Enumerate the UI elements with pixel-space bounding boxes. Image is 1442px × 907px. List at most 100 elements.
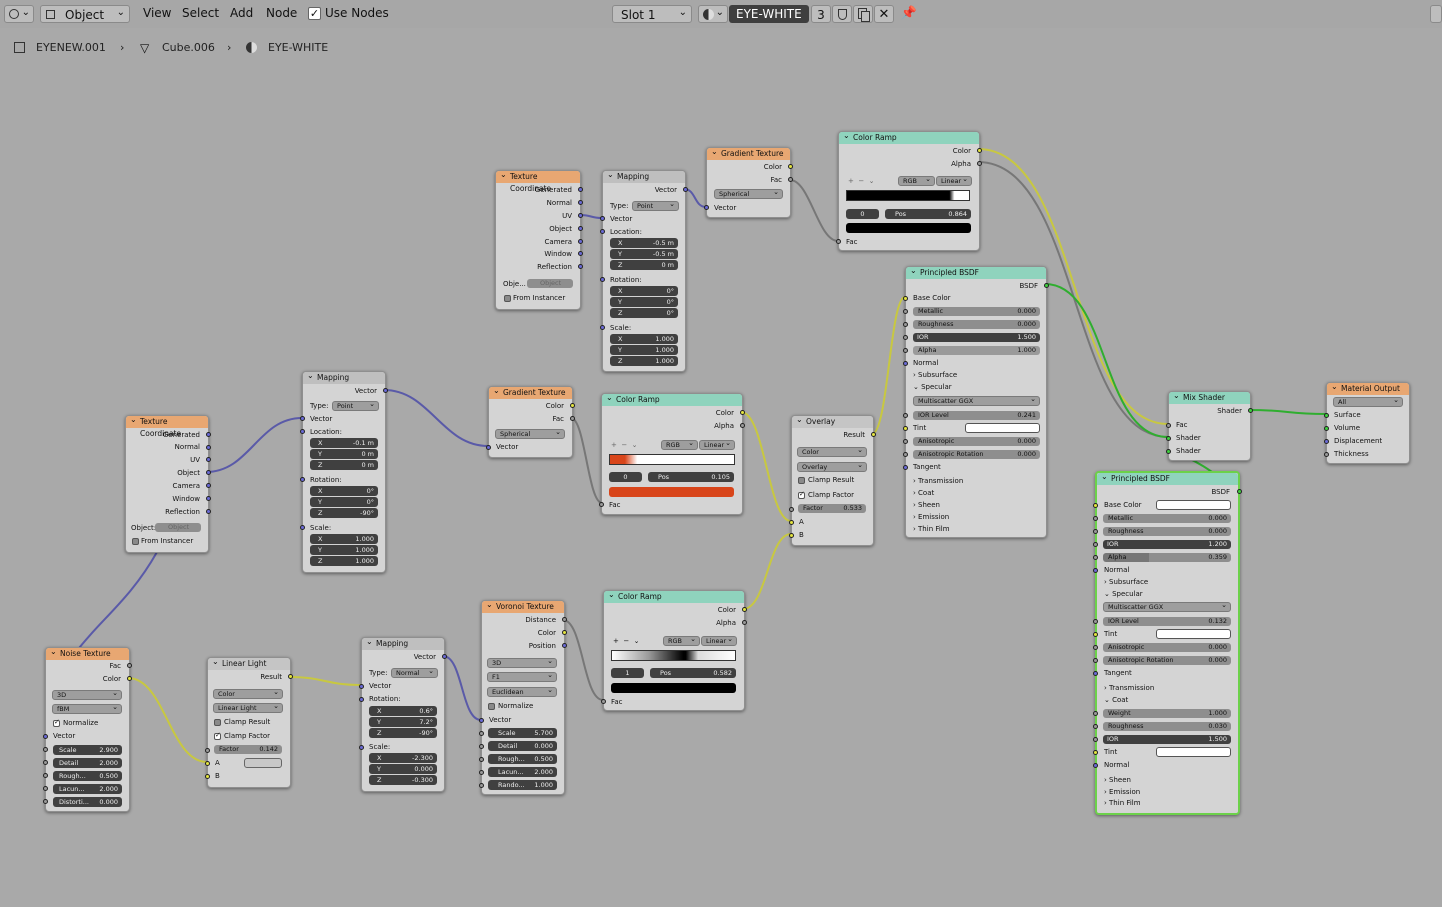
input-socket[interactable]	[599, 502, 604, 507]
color-ramp-bar[interactable]	[611, 650, 736, 661]
node-texture-coordinate-1[interactable]: Texture Coordinate Generated Normal UV O…	[495, 169, 583, 310]
input-socket[interactable]	[1093, 750, 1098, 755]
panel-coat[interactable]: › Coat	[913, 489, 934, 497]
location-z[interactable]: Z 0 m	[610, 260, 678, 270]
input-socket[interactable]	[903, 348, 908, 353]
input-socket[interactable]	[903, 439, 908, 444]
input-socket[interactable]	[300, 477, 305, 482]
coat-tint-swatch[interactable]	[1156, 747, 1231, 757]
output-socket[interactable]	[127, 676, 132, 681]
input-socket[interactable]	[359, 745, 364, 750]
input-socket[interactable]	[479, 757, 484, 762]
link-coord-to-noise[interactable]	[75, 551, 158, 653]
coat-roughness-field[interactable]: Roughness 0.030	[1103, 722, 1231, 731]
location-y[interactable]: Y -0.5 m	[610, 249, 678, 259]
panel-coat[interactable]: ⌄ Coat	[1104, 696, 1128, 704]
output-socket[interactable]	[578, 226, 583, 231]
normalize-checkbox[interactable]	[488, 703, 495, 710]
input-socket[interactable]	[479, 718, 484, 723]
output-socket[interactable]	[206, 470, 211, 475]
dimensions-dropdown[interactable]: 3D	[487, 657, 557, 668]
input-socket[interactable]	[359, 684, 364, 689]
metallic-field[interactable]: Metallic 0.000	[1103, 514, 1231, 523]
input-socket[interactable]	[1324, 413, 1329, 418]
input-socket[interactable]	[903, 426, 908, 431]
output-socket[interactable]	[1237, 489, 1242, 494]
input-socket[interactable]	[43, 786, 48, 791]
output-socket[interactable]	[562, 617, 567, 622]
link-uv-to-mapping[interactable]	[579, 214, 603, 219]
output-socket[interactable]	[788, 177, 793, 182]
base-color-swatch[interactable]	[1156, 500, 1231, 510]
node-principled-bsdf-1[interactable]: Principled BSDF BSDF Base Color Metallic…	[903, 265, 1049, 538]
node-gradient-texture-2[interactable]: Gradient Texture Color Fac Spherical Vec…	[486, 385, 575, 458]
roughness-field[interactable]: Rough... 0.500	[488, 754, 557, 764]
scale-field[interactable]: Scale 2.900	[53, 745, 122, 755]
node-mapping-2[interactable]: Mapping Vector Type: Point Vector Locati…	[300, 370, 388, 573]
output-socket[interactable]	[578, 251, 583, 256]
location-x[interactable]: X -0.1 m	[310, 438, 378, 448]
input-socket[interactable]	[600, 325, 605, 330]
link-ramp3-to-overlay-b[interactable]	[742, 533, 792, 610]
link-overlay-to-basecolor[interactable]	[871, 296, 906, 435]
anisotropic-rotation-field[interactable]: Anisotropic Rotation 0.000	[1103, 656, 1231, 665]
stop-position[interactable]: Pos 0.864	[885, 209, 971, 219]
input-socket[interactable]	[1093, 516, 1098, 521]
from-instancer-checkbox[interactable]	[132, 538, 139, 545]
output-socket[interactable]	[206, 432, 211, 437]
color-ramp-bar[interactable]	[846, 190, 970, 201]
object-picker[interactable]: Object	[527, 279, 573, 288]
input-socket[interactable]	[205, 774, 210, 779]
input-socket[interactable]	[903, 335, 908, 340]
input-socket[interactable]	[1093, 658, 1098, 663]
noise-type-dropdown[interactable]: fBM	[52, 703, 122, 714]
link-linearlight-to-mapping3[interactable]	[288, 676, 362, 686]
node-mapping-3[interactable]: Mapping Vector Type: Normal Vector Rotat…	[359, 636, 447, 792]
node-principled-bsdf-2[interactable]: Principled BSDF BSDF Base Color Metallic…	[1093, 471, 1242, 815]
rotation-x[interactable]: X 0.6°	[369, 706, 437, 716]
stop-index[interactable]: 1	[611, 668, 644, 678]
output-socket[interactable]	[977, 148, 982, 153]
output-socket[interactable]	[127, 663, 132, 668]
roughness-field[interactable]: Roughness 0.000	[1103, 527, 1231, 536]
add-stop-icon[interactable]: + − ⌄	[848, 177, 875, 185]
node-mapping-1[interactable]: Mapping Vector Type: Point Vector Locati…	[600, 169, 688, 372]
link-mix-to-output[interactable]	[1248, 409, 1327, 415]
node-mix-shader[interactable]: Mix Shader Shader Fac Shader Shader	[1166, 390, 1253, 461]
object-picker[interactable]: Object	[155, 523, 201, 532]
output-socket[interactable]	[562, 643, 567, 648]
link-bsdf1-to-mix[interactable]	[1044, 283, 1169, 438]
output-socket[interactable]	[683, 187, 688, 192]
node-voronoi-texture[interactable]: Voronoi Texture Distance Color Position …	[479, 599, 567, 795]
input-socket[interactable]	[1093, 711, 1098, 716]
type-dropdown[interactable]: Point	[632, 200, 679, 211]
output-socket[interactable]	[1248, 408, 1253, 413]
input-socket[interactable]	[43, 799, 48, 804]
normalize-checkbox[interactable]	[53, 718, 60, 727]
panel-emission[interactable]: › Emission	[1104, 788, 1140, 796]
link-mapping-to-gradient[interactable]	[683, 188, 707, 208]
input-socket[interactable]	[1166, 436, 1171, 441]
roughness-field[interactable]: Roughness 0.000	[913, 320, 1040, 329]
output-socket[interactable]	[562, 630, 567, 635]
scale-x[interactable]: X -2.300	[369, 753, 437, 763]
blend-mode-dropdown[interactable]: Overlay	[797, 461, 867, 472]
lacunarity-field[interactable]: Lacun... 2.000	[488, 767, 557, 777]
link-object-to-mapping[interactable]	[205, 417, 303, 473]
input-socket[interactable]	[1093, 763, 1098, 768]
node-linear-light[interactable]: Linear Light Result Color Linear Light C…	[205, 656, 293, 788]
gradient-type-dropdown[interactable]: Spherical	[495, 428, 565, 439]
node-color-ramp-1[interactable]: Color Ramp Color Alpha + − ⌄ RGB Linear …	[836, 130, 982, 251]
type-dropdown[interactable]: Point	[332, 400, 379, 411]
anisotropic-rotation-field[interactable]: Anisotropic Rotation 0.000	[913, 450, 1040, 459]
panel-subsurface[interactable]: › Subsurface	[1104, 578, 1148, 586]
lacunarity-field[interactable]: Lacun... 2.000	[53, 784, 122, 794]
rotation-y[interactable]: Y 0°	[610, 297, 678, 307]
anisotropic-field[interactable]: Anisotropic 0.000	[1103, 643, 1231, 652]
alpha-field[interactable]: Alpha 1.000	[913, 346, 1040, 355]
input-socket[interactable]	[43, 760, 48, 765]
output-socket[interactable]	[288, 674, 293, 679]
panel-specular[interactable]: ⌄ Specular	[1104, 590, 1143, 598]
output-socket[interactable]	[206, 509, 211, 514]
interpolation-dropdown[interactable]: Linear	[701, 635, 737, 646]
